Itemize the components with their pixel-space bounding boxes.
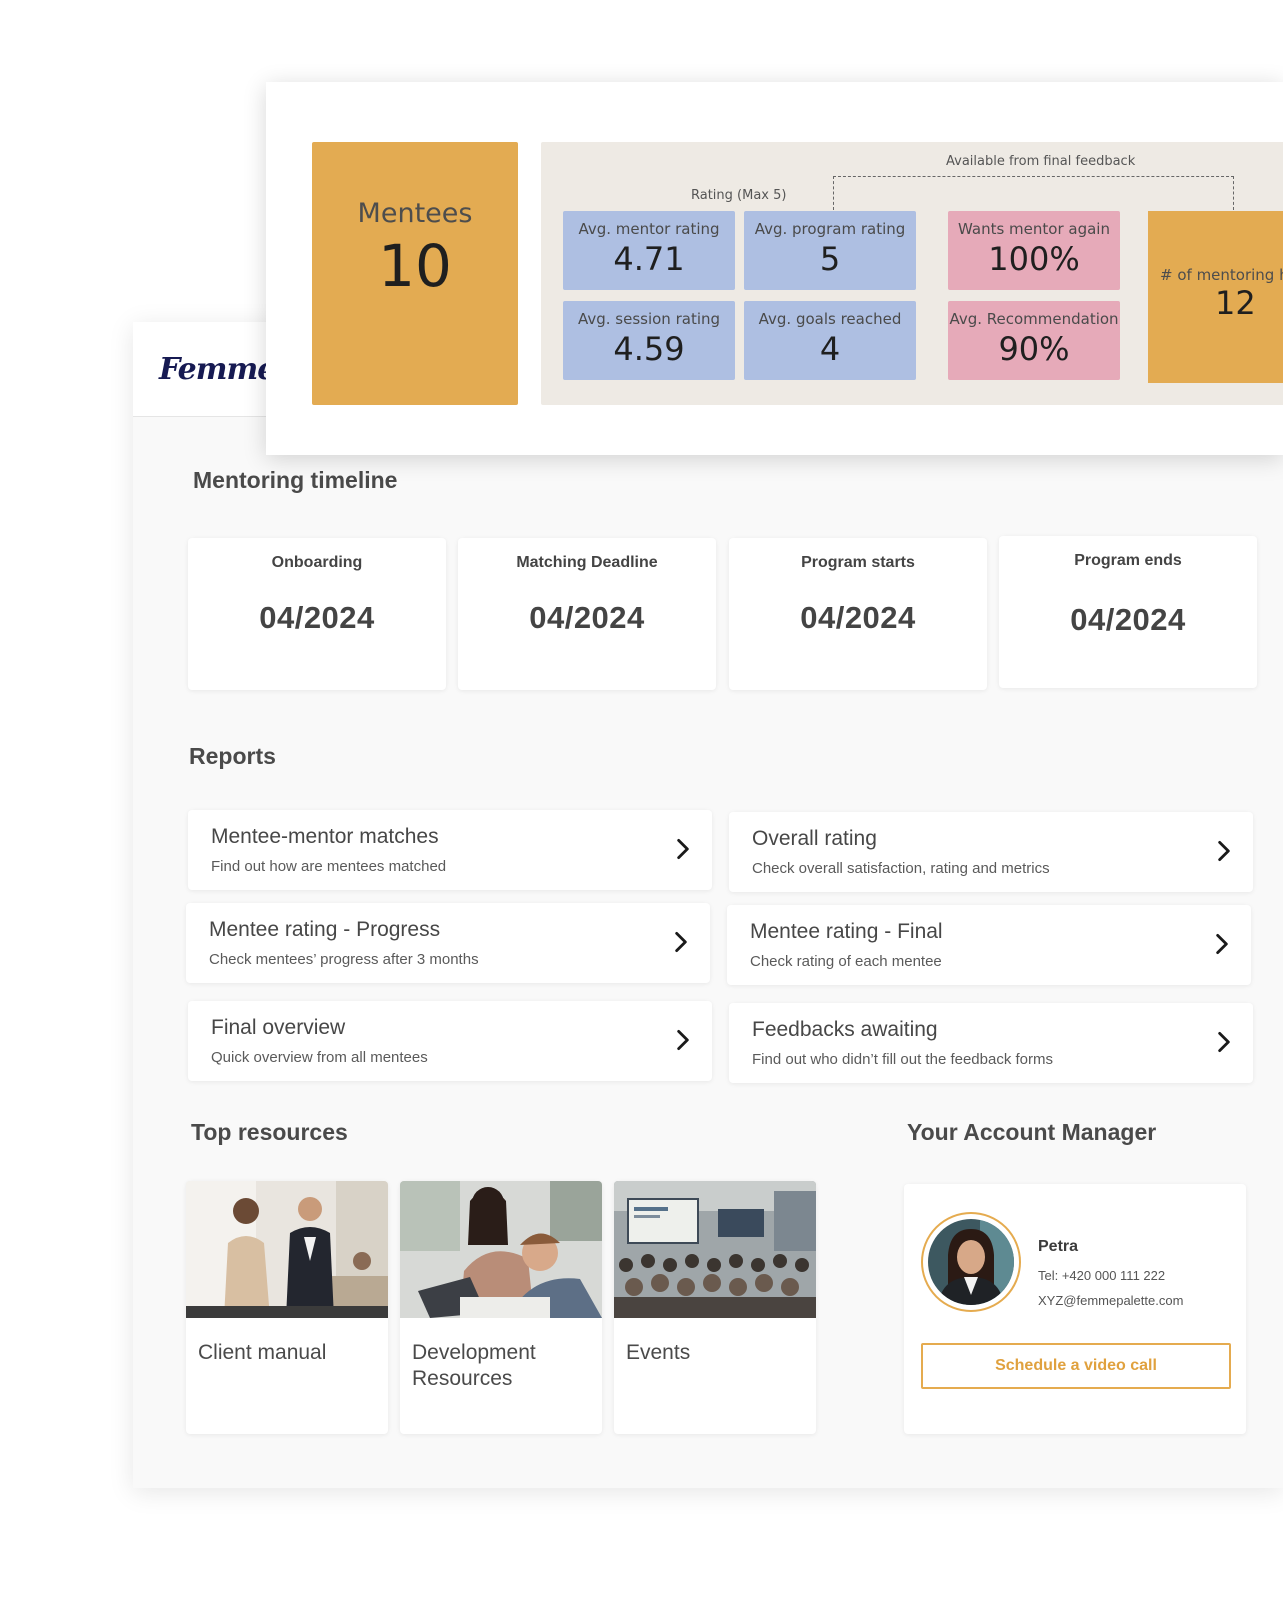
timeline-label: Onboarding <box>271 554 363 571</box>
report-title: Feedbacks awaiting <box>752 1018 938 1041</box>
timeline-card-onboarding: Onboarding 04/2024 <box>188 538 446 690</box>
report-subtitle: Check overall satisfaction, rating and m… <box>752 860 1050 877</box>
metric-avg-mentor-rating: Avg. mentor rating 4.71 <box>563 211 735 290</box>
timeline-card-program-starts: Program starts 04/2024 <box>729 538 987 690</box>
rating-group-label: Rating (Max 5) <box>691 188 787 203</box>
metric-value: 4.71 <box>613 240 685 278</box>
business-meeting-photo-icon <box>186 1181 388 1318</box>
metric-value: 90% <box>998 330 1070 368</box>
resource-card-events[interactable]: Events <box>614 1181 816 1434</box>
chevron-right-icon[interactable] <box>668 929 694 955</box>
report-mentee-rating-progress[interactable]: Mentee rating - Progress Check mentees’ … <box>186 903 710 983</box>
account-manager-name: Petra <box>1038 1238 1079 1255</box>
resource-label: Events <box>626 1341 691 1364</box>
mentees-count-card: Mentees 10 <box>312 142 518 405</box>
report-subtitle: Quick overview from all mentees <box>211 1049 428 1066</box>
timeline-date: 04/2024 <box>1070 602 1186 637</box>
report-mentee-mentor-matches[interactable]: Mentee-mentor matches Find out how are m… <box>188 810 712 890</box>
account-manager-phone: Tel: +420 000 111 222 <box>1038 1268 1166 1283</box>
report-final-overview[interactable]: Final overview Quick overview from all m… <box>188 1001 712 1081</box>
mentoring-hours-label: # of mentoring ho <box>1160 266 1283 284</box>
timeline-card-matching-deadline: Matching Deadline 04/2024 <box>458 538 716 690</box>
report-subtitle: Check rating of each mentee <box>750 953 942 970</box>
timeline-label: Program starts <box>801 554 915 571</box>
resources-title: Top resources <box>191 1119 348 1145</box>
mentees-value: 10 <box>378 232 452 300</box>
metric-value: 4.59 <box>613 330 685 368</box>
report-subtitle: Check mentees’ progress after 3 months <box>209 951 479 968</box>
report-overall-rating[interactable]: Overall rating Check overall satisfactio… <box>729 812 1253 892</box>
metric-value: 5 <box>819 240 841 278</box>
account-manager-card: Petra Tel: +420 000 111 222 XYZ@femmepal… <box>904 1184 1246 1434</box>
timeline-label: Matching Deadline <box>516 554 658 571</box>
chevron-right-icon[interactable] <box>670 1027 696 1053</box>
brand-logo[interactable]: Femme <box>159 352 276 387</box>
metric-label: Avg. goals reached <box>758 310 902 328</box>
timeline-date: 04/2024 <box>529 600 645 635</box>
report-title: Mentee rating - Final <box>750 920 943 943</box>
timeline-card-program-ends: Program ends 04/2024 <box>999 536 1257 688</box>
resource-label: Development Resources <box>412 1341 536 1390</box>
timeline-date: 04/2024 <box>800 600 916 635</box>
avatar <box>921 1212 1021 1312</box>
metric-avg-program-rating: Avg. program rating 5 <box>744 211 916 290</box>
resource-card-development-resources[interactable]: Development Resources <box>400 1181 602 1434</box>
metric-avg-goals-reached: Avg. goals reached 4 <box>744 301 916 380</box>
timeline-label: Program ends <box>1074 552 1182 569</box>
stats-overview-panel: Mentees 10 Available from final feedback… <box>266 82 1283 455</box>
report-title: Final overview <box>211 1016 346 1039</box>
metric-label: Avg. session rating <box>577 310 721 328</box>
chevron-right-icon[interactable] <box>1211 838 1237 864</box>
report-feedbacks-awaiting[interactable]: Feedbacks awaiting Find out who didn’t f… <box>729 1003 1253 1083</box>
metric-label: Avg. program rating <box>754 220 906 238</box>
resource-label: Client manual <box>198 1341 327 1364</box>
reports-title: Reports <box>189 743 276 769</box>
account-manager-title: Your Account Manager <box>907 1119 1157 1145</box>
chevron-right-icon[interactable] <box>670 836 696 862</box>
conference-audience-photo-icon <box>614 1181 816 1318</box>
mentoring-hours-card: # of mentoring ho 12 <box>1148 211 1283 383</box>
metrics-area: Available from final feedback Rating (Ma… <box>541 142 1283 405</box>
user-avatar-icon <box>928 1219 1014 1305</box>
chevron-right-icon[interactable] <box>1209 931 1235 957</box>
account-manager-email[interactable]: XYZ@femmepalette.com <box>1038 1293 1183 1308</box>
report-title: Mentee-mentor matches <box>211 825 439 848</box>
timeline-date: 04/2024 <box>259 600 375 635</box>
metric-label: Avg. Recommendation <box>949 310 1119 328</box>
metric-avg-recommendation: Avg. Recommendation 90% <box>948 301 1120 380</box>
final-feedback-group-label: Available from final feedback <box>946 154 1136 169</box>
schedule-video-call-button[interactable]: Schedule a video call <box>921 1343 1231 1389</box>
mentees-label: Mentees <box>357 198 473 229</box>
metric-value: 4 <box>819 330 841 368</box>
dashboard-panel: Femme Mentoring timeline Onboarding 04/2… <box>133 322 1283 1488</box>
metric-value: 100% <box>988 240 1080 278</box>
workshop-laptop-photo-icon <box>400 1181 602 1318</box>
timeline-title: Mentoring timeline <box>193 467 398 493</box>
report-title: Overall rating <box>752 827 877 850</box>
chevron-right-icon[interactable] <box>1211 1029 1237 1055</box>
feedback-group-bracket <box>833 176 1234 210</box>
metric-wants-mentor-again: Wants mentor again 100% <box>948 211 1120 290</box>
report-subtitle: Find out who didn’t fill out the feedbac… <box>752 1051 1053 1068</box>
metric-label: Wants mentor again <box>958 220 1110 238</box>
report-subtitle: Find out how are mentees matched <box>211 858 447 875</box>
metric-avg-session-rating: Avg. session rating 4.59 <box>563 301 735 380</box>
report-mentee-rating-final[interactable]: Mentee rating - Final Check rating of ea… <box>727 905 1251 985</box>
mentoring-hours-value: 12 <box>1215 284 1256 322</box>
report-title: Mentee rating - Progress <box>209 918 441 941</box>
resource-card-client-manual[interactable]: Client manual <box>186 1181 388 1434</box>
metric-label: Avg. mentor rating <box>578 220 720 238</box>
